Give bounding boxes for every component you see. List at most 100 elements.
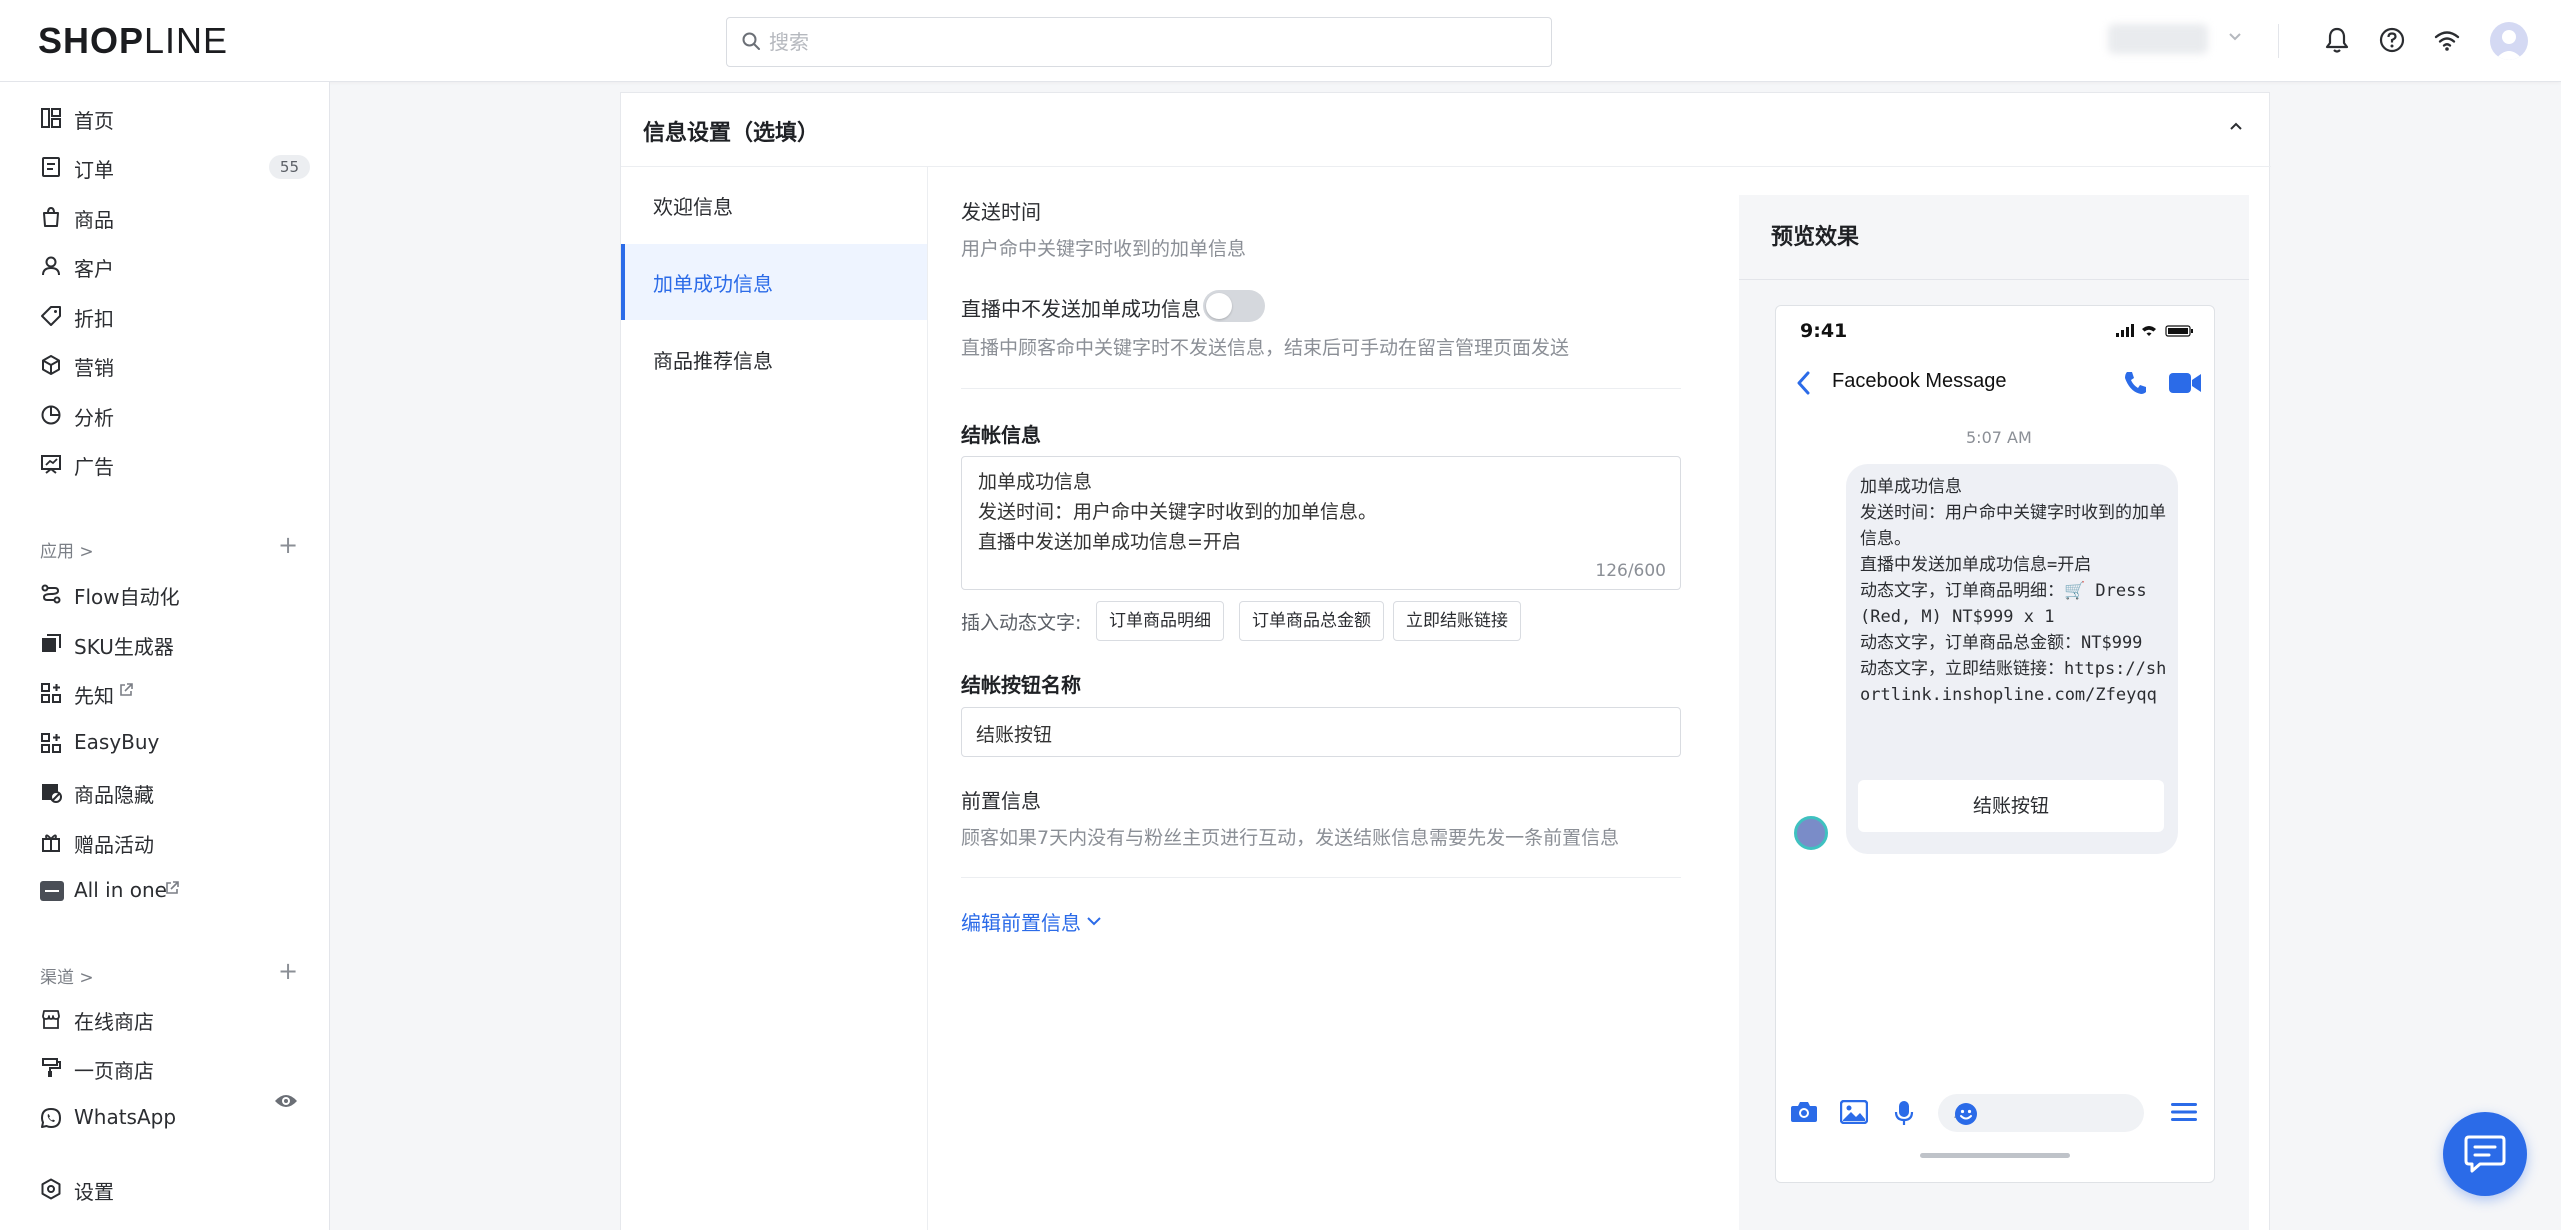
no-send-toggle[interactable] [1203,290,1265,322]
bubble-checkout-button[interactable]: 结账按钮 [1858,780,2164,832]
sidebar-item-online-store[interactable]: 在线商店 [40,1001,310,1037]
search-input[interactable] [769,27,1529,57]
phone-call-icon[interactable] [2122,370,2150,396]
card-title: 信息设置（选填） [643,121,820,146]
video-call-icon[interactable] [2168,370,2202,396]
no-send-desc: 直播中顾客命中关键字时不发送信息，结束后可手动在留言管理页面发送 [961,337,1570,359]
insert-order-items-button[interactable]: 订单商品明细 [1096,601,1224,641]
app-grid-icon [40,732,62,754]
button-name-field[interactable] [961,707,1681,757]
sidebar-item-label: 广告 [74,455,114,479]
external-link-icon [164,880,180,896]
home-indicator [1920,1153,2070,1158]
sidebar-item-label: 在线商店 [74,1010,154,1034]
help-icon[interactable] [2376,24,2408,56]
message-tabs: 欢迎信息 加单成功信息 商品推荐信息 [621,167,928,1230]
sidebar-item-label: EasyBuy [74,730,160,754]
image-icon[interactable] [1840,1100,1868,1124]
sidebar-item-easybuy[interactable]: EasyBuy [40,725,310,761]
sidebar: 首页 订单 55 商品 客户 折扣 营销 分析 广告 应用 > + Flow自动… [0,82,330,1230]
sidebar-item-label: WhatsApp [74,1105,177,1129]
checkout-message-text[interactable]: 加单成功信息 发送时间：用户命中关键字时收到的加单信息。 直播中发送加单成功信息… [978,467,1377,557]
sidebar-item-label: 商品 [74,208,114,232]
sidebar-item-one-page-store[interactable]: 一页商店 [40,1050,310,1086]
phone-mockup: 9:41 Facebook Message 5:07 AM 加单成功信息 发送时… [1775,305,2215,1183]
sidebar-item-sku[interactable]: SKU生成器 [40,626,310,662]
sidebar-item-products[interactable]: 商品 [40,199,310,235]
sidebar-item-orders[interactable]: 订单 55 [40,149,310,185]
pre-message-desc: 顾客如果7天内没有与粉丝主页进行互动，发送结账信息需要先发一条前置信息 [961,827,1620,849]
add-app-button[interactable]: + [278,533,298,557]
sidebar-item-label: 商品隐藏 [74,783,154,807]
channels-section-header[interactable]: 渠道 > [40,963,94,988]
chat-title: Facebook Message [1832,370,2007,392]
sidebar-item-label: 分析 [74,406,114,430]
message-timestamp: 5:07 AM [1966,428,2032,447]
camera-icon[interactable] [1790,1100,1818,1124]
tab-product-recommend[interactable]: 商品推荐信息 [621,321,927,397]
phone-time: 9:41 [1800,320,1848,342]
chat-input-bar: Aa [1776,1086,2214,1136]
sku-icon [40,633,62,655]
button-name-input[interactable] [976,718,1666,748]
sidebar-item-whatsapp[interactable]: WhatsApp [40,1100,310,1136]
bag-icon [40,206,62,228]
ad-icon [40,453,62,475]
sidebar-item-allinone[interactable]: All in one [40,873,310,909]
message-bubble: 加单成功信息 发送时间：用户命中关键字时收到的加单信息。 直播中发送加单成功信息… [1846,464,2178,854]
sidebar-item-hide-products[interactable]: 商品隐藏 [40,774,310,810]
emoji-icon[interactable] [1954,1102,1978,1126]
dashboard-icon [40,107,62,129]
sidebar-item-gifts[interactable]: 赠品活动 [40,824,310,860]
bell-icon[interactable] [2321,24,2353,56]
sidebar-item-settings[interactable]: 设置 [40,1171,310,1207]
sidebar-item-analytics[interactable]: 分析 [40,397,310,433]
pre-message-title: 前置信息 [961,789,1041,813]
chevron-down-icon[interactable] [1085,915,1103,927]
external-link-icon [118,682,134,698]
sidebar-item-home[interactable]: 首页 [40,100,310,136]
chat-icon [2464,1134,2506,1174]
preview-title: 预览效果 [1771,225,1860,250]
user-avatar[interactable] [2490,22,2528,60]
sidebar-item-flow[interactable]: Flow自动化 [40,576,310,612]
chevron-up-icon[interactable] [2229,121,2243,131]
message-input[interactable]: Aa [1938,1094,2144,1132]
sidebar-item-xianzhi[interactable]: 先知 [40,675,310,711]
menu-icon[interactable] [2170,1100,2198,1124]
sidebar-item-ads[interactable]: 广告 [40,446,310,482]
chevron-down-icon[interactable] [2228,32,2242,42]
support-chat-button[interactable] [2443,1112,2527,1196]
sidebar-item-label: All in one [74,878,167,902]
sidebar-item-label: 一页商店 [74,1059,154,1083]
search-box[interactable] [726,17,1552,67]
search-icon [741,31,761,51]
settings-icon [40,1178,62,1200]
add-channel-button[interactable]: + [278,959,298,983]
checkout-message-textarea[interactable]: 加单成功信息 发送时间：用户命中关键字时收到的加单信息。 直播中发送加单成功信息… [961,456,1984,590]
sidebar-item-label: 先知 [74,684,114,708]
back-arrow-icon[interactable] [1794,370,1814,396]
microphone-icon[interactable] [1894,1100,1914,1126]
order-icon [40,156,62,178]
apps-section-header[interactable]: 应用 > [40,537,94,562]
shopline-logo[interactable]: SHOPLINE [38,20,228,62]
sidebar-item-label: 订单 [74,158,114,182]
person-icon [40,255,62,277]
sidebar-item-discounts[interactable]: 折扣 [40,298,310,334]
store-icon [40,1008,62,1030]
edit-pre-message-link[interactable]: 编辑前置信息 [961,907,1081,936]
tab-add-success[interactable]: 加单成功信息 [621,244,927,320]
tag-icon [40,305,62,327]
sidebar-item-label: 赠品活动 [74,833,154,857]
sidebar-item-customers[interactable]: 客户 [40,248,310,284]
sidebar-item-marketing[interactable]: 营销 [40,347,310,383]
store-name-blurred[interactable] [2108,24,2208,54]
wifi-icon[interactable] [2431,24,2463,56]
sidebar-item-label: 首页 [74,109,114,133]
sidebar-item-label: 折扣 [74,307,114,331]
section-divider [961,388,1681,389]
tab-welcome[interactable]: 欢迎信息 [621,167,927,243]
insert-order-total-button[interactable]: 订单商品总金额 [1239,601,1384,641]
insert-checkout-link-button[interactable]: 立即结账链接 [1393,601,1521,641]
